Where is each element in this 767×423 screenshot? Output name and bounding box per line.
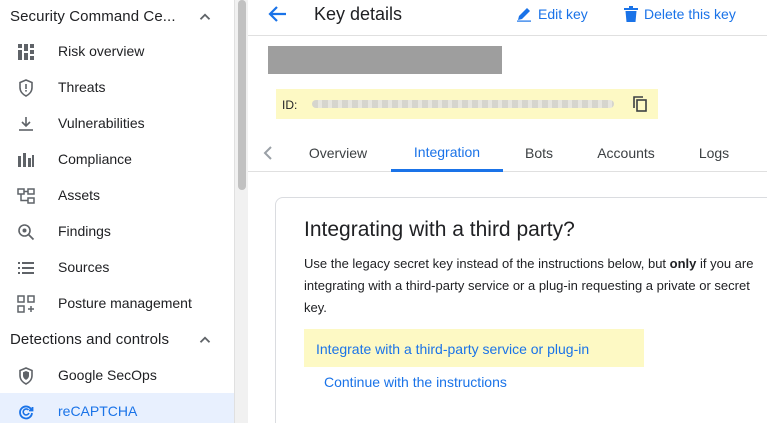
tab-logs[interactable]: Logs	[684, 134, 744, 172]
integrate-third-party-label: Integrate with a third-party service or …	[316, 341, 590, 357]
tab-label: Bots	[524, 145, 553, 161]
scrollbar-thumb[interactable]	[238, 0, 246, 190]
sidebar-item-label: Threats	[58, 79, 106, 95]
tab-label: Integration	[413, 143, 481, 160]
delete-key-button[interactable]: Delete this key	[624, 3, 736, 25]
sidebar-item-label: Vulnerabilities	[58, 115, 145, 131]
pencil-icon	[517, 8, 531, 22]
key-name-redacted	[268, 46, 502, 74]
section-header-security-command-center[interactable]: Security Command Ce...	[0, 0, 234, 32]
sidebar-item-label: Google SecOps	[58, 367, 157, 383]
key-id-label: ID:	[282, 98, 298, 112]
grid-icon	[17, 295, 35, 313]
download-icon	[19, 117, 33, 131]
sidebar-item-recaptcha[interactable]: reCAPTCHA	[0, 393, 234, 423]
card-description: Use the legacy secret key instead of the…	[304, 253, 767, 319]
key-id-value-redacted	[312, 100, 614, 108]
tab-bots[interactable]: Bots	[508, 134, 570, 172]
section-title: Security Command Ce...	[10, 7, 176, 25]
search-icon	[18, 224, 35, 241]
back-arrow-icon[interactable]	[266, 2, 290, 26]
sidebar-item-sources[interactable]: Sources	[0, 249, 234, 285]
card-title: Integrating with a third party?	[304, 218, 575, 241]
page-header: Key details Edit key Delete this key	[248, 0, 767, 36]
section-title: Detections and controls	[10, 330, 170, 348]
sidebar-item-label: Findings	[58, 223, 111, 239]
tab-integration[interactable]: Integration	[391, 134, 503, 172]
key-id-row: ID:	[276, 89, 658, 119]
card-description-text: Use the legacy secret key instead of the…	[304, 256, 670, 271]
tab-label: Accounts	[597, 145, 655, 161]
tab-accounts[interactable]: Accounts	[580, 134, 672, 172]
edit-key-button[interactable]: Edit key	[516, 3, 588, 25]
sidebar: Security Command Ce... Risk overview Thr…	[0, 0, 234, 423]
continue-instructions-link[interactable]: Continue with the instructions	[324, 374, 507, 390]
sidebar-item-vulnerabilities[interactable]: Vulnerabilities	[0, 105, 234, 141]
card-description-emphasis: only	[669, 256, 697, 271]
sidebar-item-label: reCAPTCHA	[58, 403, 138, 419]
shield-icon	[19, 79, 33, 97]
tab-bar: Overview Integration Bots Accounts Logs	[248, 134, 767, 172]
sidebar-item-google-secops[interactable]: Google SecOps	[0, 357, 234, 393]
sidebar-item-label: Compliance	[58, 151, 132, 167]
sidebar-item-label: Assets	[58, 187, 101, 203]
recaptcha-icon	[19, 405, 34, 420]
risk-overview-icon	[18, 44, 34, 60]
copy-icon[interactable]	[632, 96, 648, 112]
sidebar-scrollbar[interactable]	[234, 0, 248, 423]
chevron-up-icon[interactable]	[196, 331, 214, 349]
tab-overview[interactable]: Overview	[290, 134, 386, 172]
page-title: Key details	[314, 4, 403, 24]
trash-icon	[624, 6, 638, 22]
sidebar-item-label: Risk overview	[58, 43, 145, 59]
edit-key-label: Edit key	[538, 6, 588, 22]
main-content: Key details Edit key Delete this key ID:	[248, 0, 767, 423]
sidebar-item-risk-overview[interactable]: Risk overview	[0, 33, 234, 69]
list-icon	[18, 262, 34, 274]
tab-label: Logs	[698, 145, 730, 161]
sidebar-item-threats[interactable]: Threats	[0, 69, 234, 105]
chevron-up-icon[interactable]	[196, 8, 214, 26]
section-header-detections-and-controls[interactable]: Detections and controls	[0, 323, 234, 355]
integrate-third-party-link[interactable]: Integrate with a third-party service or …	[304, 329, 644, 367]
chevron-left-icon[interactable]	[260, 144, 276, 162]
third-party-integration-card: Integrating with a third party? Use the …	[275, 197, 767, 423]
sidebar-item-posture-management[interactable]: Posture management	[0, 285, 234, 321]
sidebar-item-compliance[interactable]: Compliance	[0, 141, 234, 177]
sidebar-item-label: Posture management	[58, 295, 192, 311]
assets-icon	[17, 188, 35, 204]
sidebar-item-label: Sources	[58, 259, 110, 275]
tab-label: Overview	[308, 145, 368, 161]
sidebar-item-findings[interactable]: Findings	[0, 213, 234, 249]
secops-icon	[19, 367, 33, 385]
bar-chart-icon	[18, 153, 34, 167]
sidebar-item-assets[interactable]: Assets	[0, 177, 234, 213]
delete-key-label: Delete this key	[644, 6, 736, 22]
